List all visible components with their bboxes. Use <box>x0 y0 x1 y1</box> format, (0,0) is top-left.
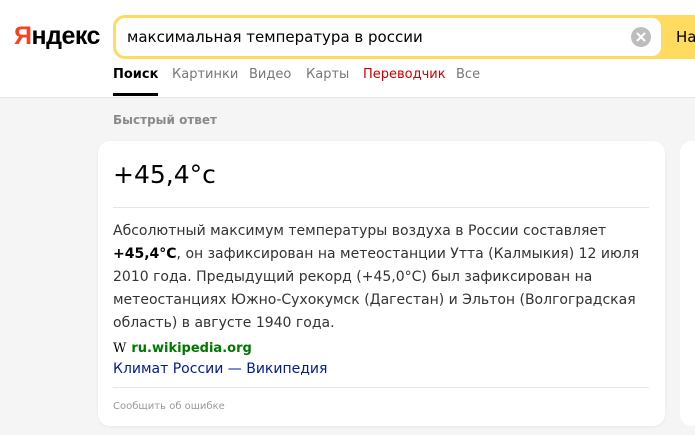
report-error-link[interactable]: Сообщить об ошибке <box>113 401 225 412</box>
divider <box>113 387 649 388</box>
tab-maps[interactable]: Карты <box>306 66 349 96</box>
tab-images[interactable]: Картинки <box>172 66 238 96</box>
quick-answer-label: Быстрый ответ <box>113 113 217 127</box>
answer-value: +45,4°c <box>113 160 216 189</box>
source[interactable]: Wru.wikipedia.org <box>113 341 252 357</box>
answer-description: Абсолютный максимум температуры воздуха … <box>113 223 640 331</box>
search-bar: На <box>113 15 695 59</box>
source-domain[interactable]: ru.wikipedia.org <box>131 341 251 356</box>
wikipedia-icon: W <box>113 341 127 356</box>
tab-all[interactable]: Все <box>456 66 480 96</box>
tab-video[interactable]: Видео <box>249 66 291 96</box>
yandex-logo[interactable]: Яндекс <box>14 21 100 51</box>
search-box <box>116 18 661 56</box>
header: Яндекс На Поиск Картинки Видео Карты Пер… <box>0 0 695 98</box>
tab-translator[interactable]: Переводчик <box>363 66 446 96</box>
quick-answer-card: +45,4°c Абсолютный максимум температуры … <box>98 141 665 426</box>
answer-highlight: +45,4°C <box>113 246 177 262</box>
search-button[interactable]: На <box>676 15 695 59</box>
tab-search[interactable]: Поиск <box>113 66 159 96</box>
clear-icon[interactable] <box>631 27 651 47</box>
side-card <box>680 141 695 426</box>
source-title-link[interactable]: Климат России — Википедия <box>113 360 327 378</box>
divider <box>113 207 649 208</box>
search-input[interactable] <box>127 18 627 56</box>
